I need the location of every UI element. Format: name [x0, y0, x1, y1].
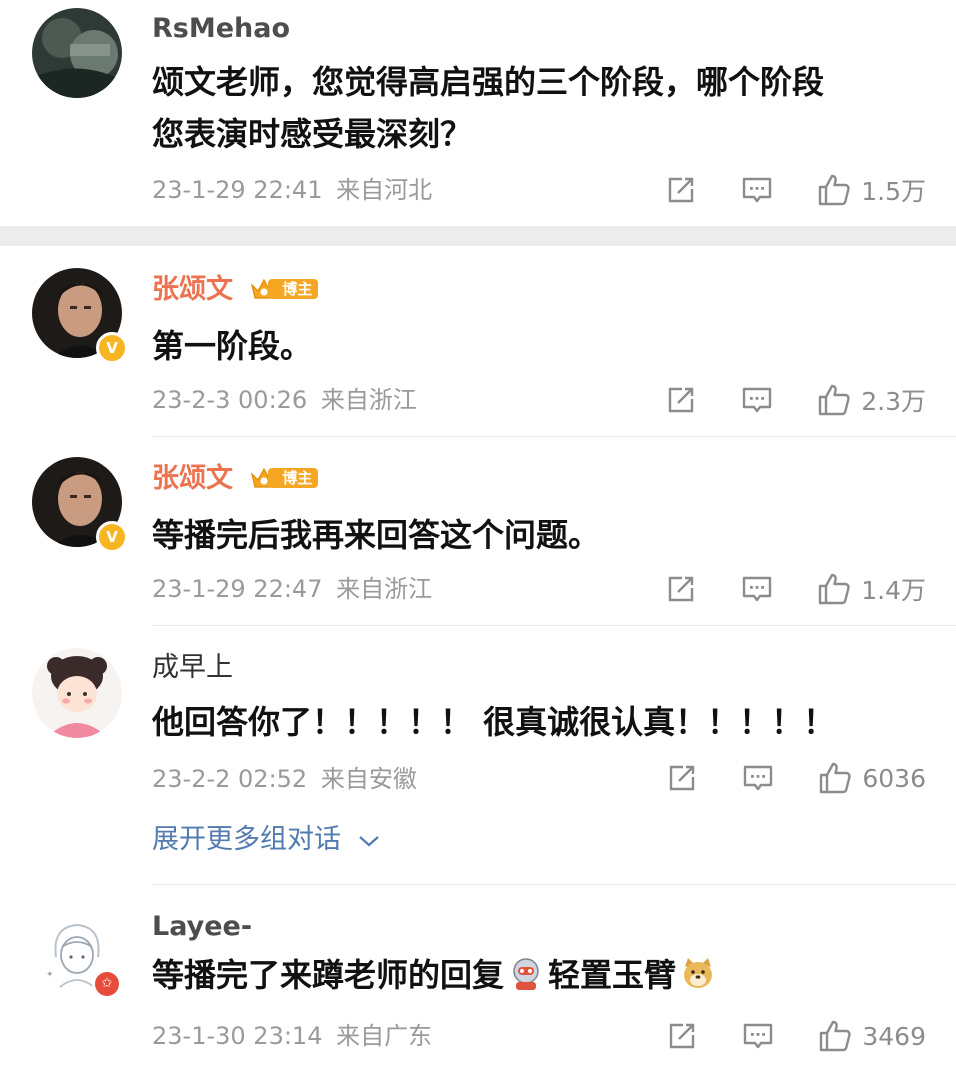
timestamp: 23-1-30 23:14 — [152, 1022, 323, 1050]
location: 来自河北 — [336, 176, 433, 204]
comment-icon — [741, 573, 773, 605]
share-button[interactable] — [665, 384, 697, 416]
like-count: 1.4万 — [861, 576, 926, 605]
robot-emoji-icon — [513, 958, 539, 990]
commenter-name[interactable]: 成早上 — [152, 652, 233, 684]
like-icon — [818, 761, 852, 795]
avatar[interactable] — [32, 8, 122, 98]
avatar-image — [32, 648, 122, 738]
comment-meta: 23-2-2 02:52 来自安徽 — [152, 764, 417, 794]
commenter-name[interactable]: 张颂文 博主 — [152, 274, 319, 306]
timestamp: 23-1-29 22:47 — [152, 575, 323, 603]
commenter-name[interactable]: 张颂文 博主 — [152, 463, 319, 495]
like-icon — [818, 1019, 852, 1053]
svg-text:✦: ✦ — [46, 970, 54, 980]
member-badge: ✩ — [92, 969, 122, 999]
doge-emoji-icon — [684, 958, 713, 988]
like-icon — [817, 572, 851, 606]
share-icon — [665, 573, 697, 605]
verified-badge: V — [96, 521, 128, 553]
comment-actions: 1.4万 — [665, 569, 926, 609]
blogger-badge: 博主 — [250, 277, 319, 301]
share-button[interactable] — [666, 1020, 698, 1052]
blogger-badge-label: 博主 — [268, 467, 319, 488]
share-button[interactable] — [665, 573, 697, 605]
location: 来自广东 — [336, 1022, 433, 1050]
like-icon — [817, 173, 851, 207]
comment-icon — [741, 384, 773, 416]
share-icon — [666, 762, 698, 794]
like-count: 3469 — [862, 1021, 926, 1051]
comment-icon — [741, 174, 773, 206]
like-count: 1.5万 — [861, 177, 926, 206]
commenter-name[interactable]: RsMehao — [152, 13, 290, 45]
comment-meta: 23-1-30 23:14 来自广东 — [152, 1021, 432, 1051]
commenter-name[interactable]: Layee- — [152, 911, 252, 943]
commenter-name-text: 张颂文 — [152, 463, 233, 494]
verified-badge: V — [96, 332, 128, 364]
like-button[interactable]: 1.4万 — [817, 571, 926, 607]
commenter-name-text: 张颂文 — [152, 274, 233, 305]
section-divider — [0, 226, 956, 246]
expand-more-button[interactable]: 展开更多组对话 — [152, 823, 380, 857]
comment-text-line: 您表演时感受最深刻？ — [152, 115, 473, 153]
comment-meta: 23-1-29 22:41 来自河北 — [152, 175, 432, 205]
share-icon — [666, 1020, 698, 1052]
expand-more-label: 展开更多组对话 — [152, 824, 341, 855]
comment-actions: 2.3万 — [665, 380, 926, 420]
like-button[interactable]: 1.5万 — [817, 172, 926, 208]
location: 来自浙江 — [336, 575, 433, 603]
reply-button[interactable] — [741, 573, 773, 605]
comment-text-line: 等播完后我再来回答这个问题。 — [152, 516, 601, 554]
comment-actions: 6036 — [666, 758, 926, 798]
comment-item: V 张颂文 博主 第一阶段。 23-2-3 00:26 来自浙江 2.3万 — [0, 246, 956, 436]
comment-item: ✦ ✩ Layee- 等播完了来蹲老师的回复 轻置玉臂 23-1-30 23:1… — [0, 885, 956, 1076]
share-button[interactable] — [665, 174, 697, 206]
timestamp: 23-1-29 22:41 — [152, 176, 323, 204]
comment-actions: 1.5万 — [665, 170, 926, 210]
reply-button[interactable] — [741, 174, 773, 206]
share-icon — [665, 384, 697, 416]
comment-meta: 23-1-29 22:47 来自浙江 — [152, 574, 432, 604]
comment-item: 成早上 他回答你了！！！！！ 很真诚很认真！！！！！ 23-2-2 02:52 … — [0, 626, 956, 884]
share-button[interactable] — [666, 762, 698, 794]
blogger-badge-label: 博主 — [268, 278, 319, 299]
comment-text-line: 颂文老师，您觉得高启强的三个阶段，哪个阶段 — [152, 63, 825, 101]
comment-item: RsMehao 颂文老师，您觉得高启强的三个阶段，哪个阶段 您表演时感受最深刻？… — [0, 0, 956, 226]
like-button[interactable]: 2.3万 — [817, 382, 926, 418]
avatar[interactable] — [32, 648, 122, 738]
comment-text: 等播完了来蹲老师的回复 轻置玉臂 — [152, 949, 720, 1001]
share-icon — [665, 174, 697, 206]
reply-button[interactable] — [742, 1020, 774, 1052]
like-button[interactable]: 3469 — [818, 1019, 926, 1053]
avatar[interactable]: V — [32, 457, 128, 553]
avatar-image — [32, 8, 122, 98]
avatar[interactable]: V — [32, 268, 128, 364]
comment-text-line: 他回答你了！！！！！ 很真诚很认真！！！！！ — [152, 703, 836, 741]
like-button[interactable]: 6036 — [818, 761, 926, 795]
comment-text-part: 等播完了来蹲老师的回复 — [152, 956, 505, 994]
chevron-down-icon — [358, 835, 379, 846]
comment-icon — [742, 1020, 774, 1052]
location: 来自安徽 — [320, 765, 417, 793]
timestamp: 23-2-3 00:26 — [152, 386, 308, 414]
like-count: 6036 — [862, 763, 926, 793]
like-icon — [817, 383, 851, 417]
reply-button[interactable] — [741, 384, 773, 416]
avatar[interactable]: ✦ ✩ — [32, 907, 122, 999]
timestamp: 23-2-2 02:52 — [152, 765, 308, 793]
comment-text-line: 第一阶段。 — [152, 327, 313, 365]
comment-icon — [742, 762, 774, 794]
comment-actions: 3469 — [666, 1016, 926, 1056]
comment-text-part: 轻置玉臂 — [548, 956, 677, 994]
reply-button[interactable] — [742, 762, 774, 794]
comment-meta: 23-2-3 00:26 来自浙江 — [152, 385, 417, 415]
location: 来自浙江 — [320, 386, 417, 414]
blogger-badge: 博主 — [250, 466, 319, 490]
comment-item: V 张颂文 博主 等播完后我再来回答这个问题。 23-1-29 22:47 来自… — [0, 437, 956, 625]
like-count: 2.3万 — [861, 387, 926, 416]
